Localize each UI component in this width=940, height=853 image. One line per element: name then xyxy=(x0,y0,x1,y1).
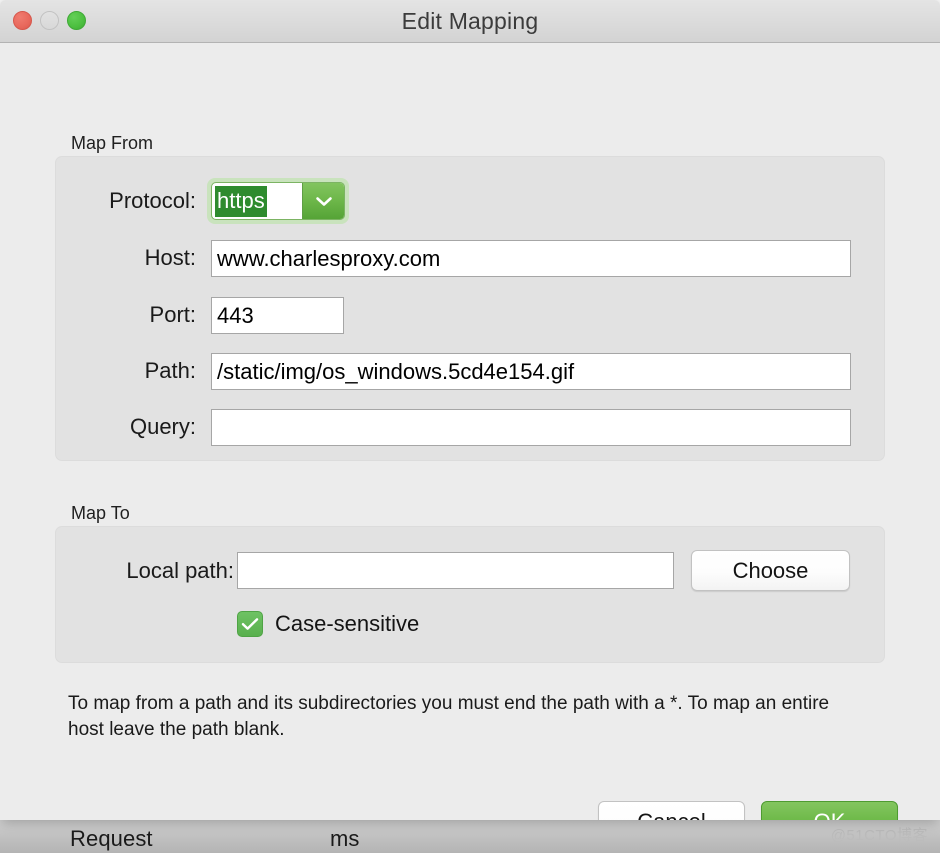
map-from-group-title: Map From xyxy=(71,133,154,153)
path-input[interactable]: /static/img/os_windows.5cd4e154.gif xyxy=(211,353,851,390)
edit-mapping-dialog: Edit Mapping Map From Protocol: https Ho… xyxy=(0,0,940,820)
host-input[interactable]: www.charlesproxy.com xyxy=(211,240,851,277)
case-sensitive-checkbox-row[interactable]: Case-sensitive xyxy=(237,611,419,637)
protocol-value-area[interactable]: https xyxy=(212,183,302,219)
protocol-combobox[interactable]: https xyxy=(207,178,349,224)
map-to-group xyxy=(55,526,885,663)
local-path-input[interactable] xyxy=(237,552,674,589)
dialog-body: Map From Protocol: https Host: www.charl… xyxy=(0,43,940,820)
path-label: Path: xyxy=(144,358,196,383)
background-column-ms: ms xyxy=(330,826,360,851)
port-label: Port: xyxy=(149,302,196,327)
dialog-titlebar: Edit Mapping xyxy=(0,0,940,43)
map-to-group-title: Map To xyxy=(71,503,130,523)
protocol-label: Protocol: xyxy=(109,188,196,213)
cancel-button[interactable]: Cancel xyxy=(598,801,745,820)
checkmark-icon xyxy=(241,618,259,630)
window-title: Edit Mapping xyxy=(401,8,539,34)
watermark: @51CTO博客 xyxy=(830,827,928,844)
help-text: To map from a path and its subdirectorie… xyxy=(68,693,830,740)
chevron-down-icon[interactable] xyxy=(302,183,344,219)
port-input[interactable]: 443 xyxy=(211,297,344,334)
local-path-label: Local path: xyxy=(126,558,234,583)
case-sensitive-checkbox[interactable] xyxy=(237,611,263,637)
query-input[interactable] xyxy=(211,409,851,446)
ok-button[interactable]: OK xyxy=(761,801,898,820)
case-sensitive-label: Case-sensitive xyxy=(275,611,420,636)
choose-button[interactable]: Choose xyxy=(691,550,850,591)
protocol-selected-value: https xyxy=(215,185,267,217)
query-label: Query: xyxy=(129,414,196,439)
background-column-request: Request xyxy=(70,826,153,851)
host-label: Host: xyxy=(144,245,196,270)
